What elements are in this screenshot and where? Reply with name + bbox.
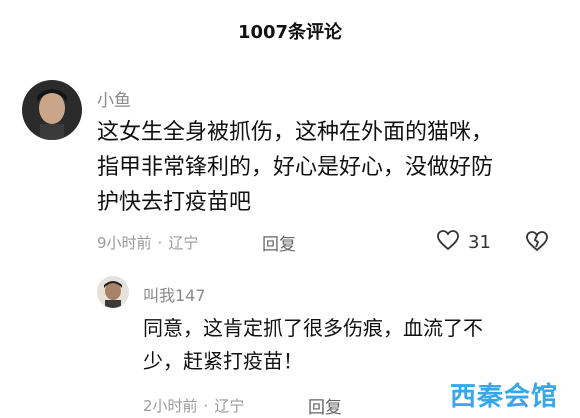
comment-text-line: 这女生全身被抓伤，这种在外面的猫咪， xyxy=(97,120,494,145)
heart-outline-icon xyxy=(436,229,460,255)
comment-meta: 9小时前 · 辽宁 xyxy=(97,232,198,253)
broken-heart-icon[interactable] xyxy=(525,230,549,256)
comment-username[interactable]: 小鱼 xyxy=(97,86,131,111)
comment-location: 辽宁 xyxy=(214,397,245,415)
comments-header-title: 1007条评论 xyxy=(237,22,343,43)
like-count: 31 xyxy=(468,231,491,253)
comment-meta: 2小时前 · 辽宁 xyxy=(143,395,244,416)
comment-username[interactable]: 叫我147 xyxy=(143,282,206,306)
avatar[interactable] xyxy=(97,276,129,308)
comment-location: 辽宁 xyxy=(168,234,199,252)
watermark-logo: 西秦会馆 xyxy=(450,382,559,412)
meta-separator: · xyxy=(203,396,209,415)
meta-separator: · xyxy=(157,233,163,252)
comment-text-line: 指甲非常锋利的，好心是好心，没做好防 xyxy=(97,155,494,180)
comment-text-line: 护快去打疫苗吧 xyxy=(97,190,252,215)
comment-text-line: 少，赶紧打疫苗！ xyxy=(143,349,303,373)
comment-time: 2小时前 xyxy=(143,397,198,415)
comment-time: 9小时前 xyxy=(97,234,152,252)
avatar[interactable] xyxy=(22,80,82,140)
reply-button[interactable]: 回复 xyxy=(308,393,342,418)
comment-text: 这女生全身被抓伤，这种在外面的猫咪， 指甲非常锋利的，好心是好心，没做好防 护快… xyxy=(97,115,493,220)
like-button[interactable]: 31 xyxy=(436,229,491,255)
reply-button[interactable]: 回复 xyxy=(262,230,296,255)
comment-text-line: 同意，这肯定抓了很多伤痕，血流了不 xyxy=(143,316,483,340)
comment-text: 同意，这肯定抓了很多伤痕，血流了不 少，赶紧打疫苗！ xyxy=(143,312,483,378)
